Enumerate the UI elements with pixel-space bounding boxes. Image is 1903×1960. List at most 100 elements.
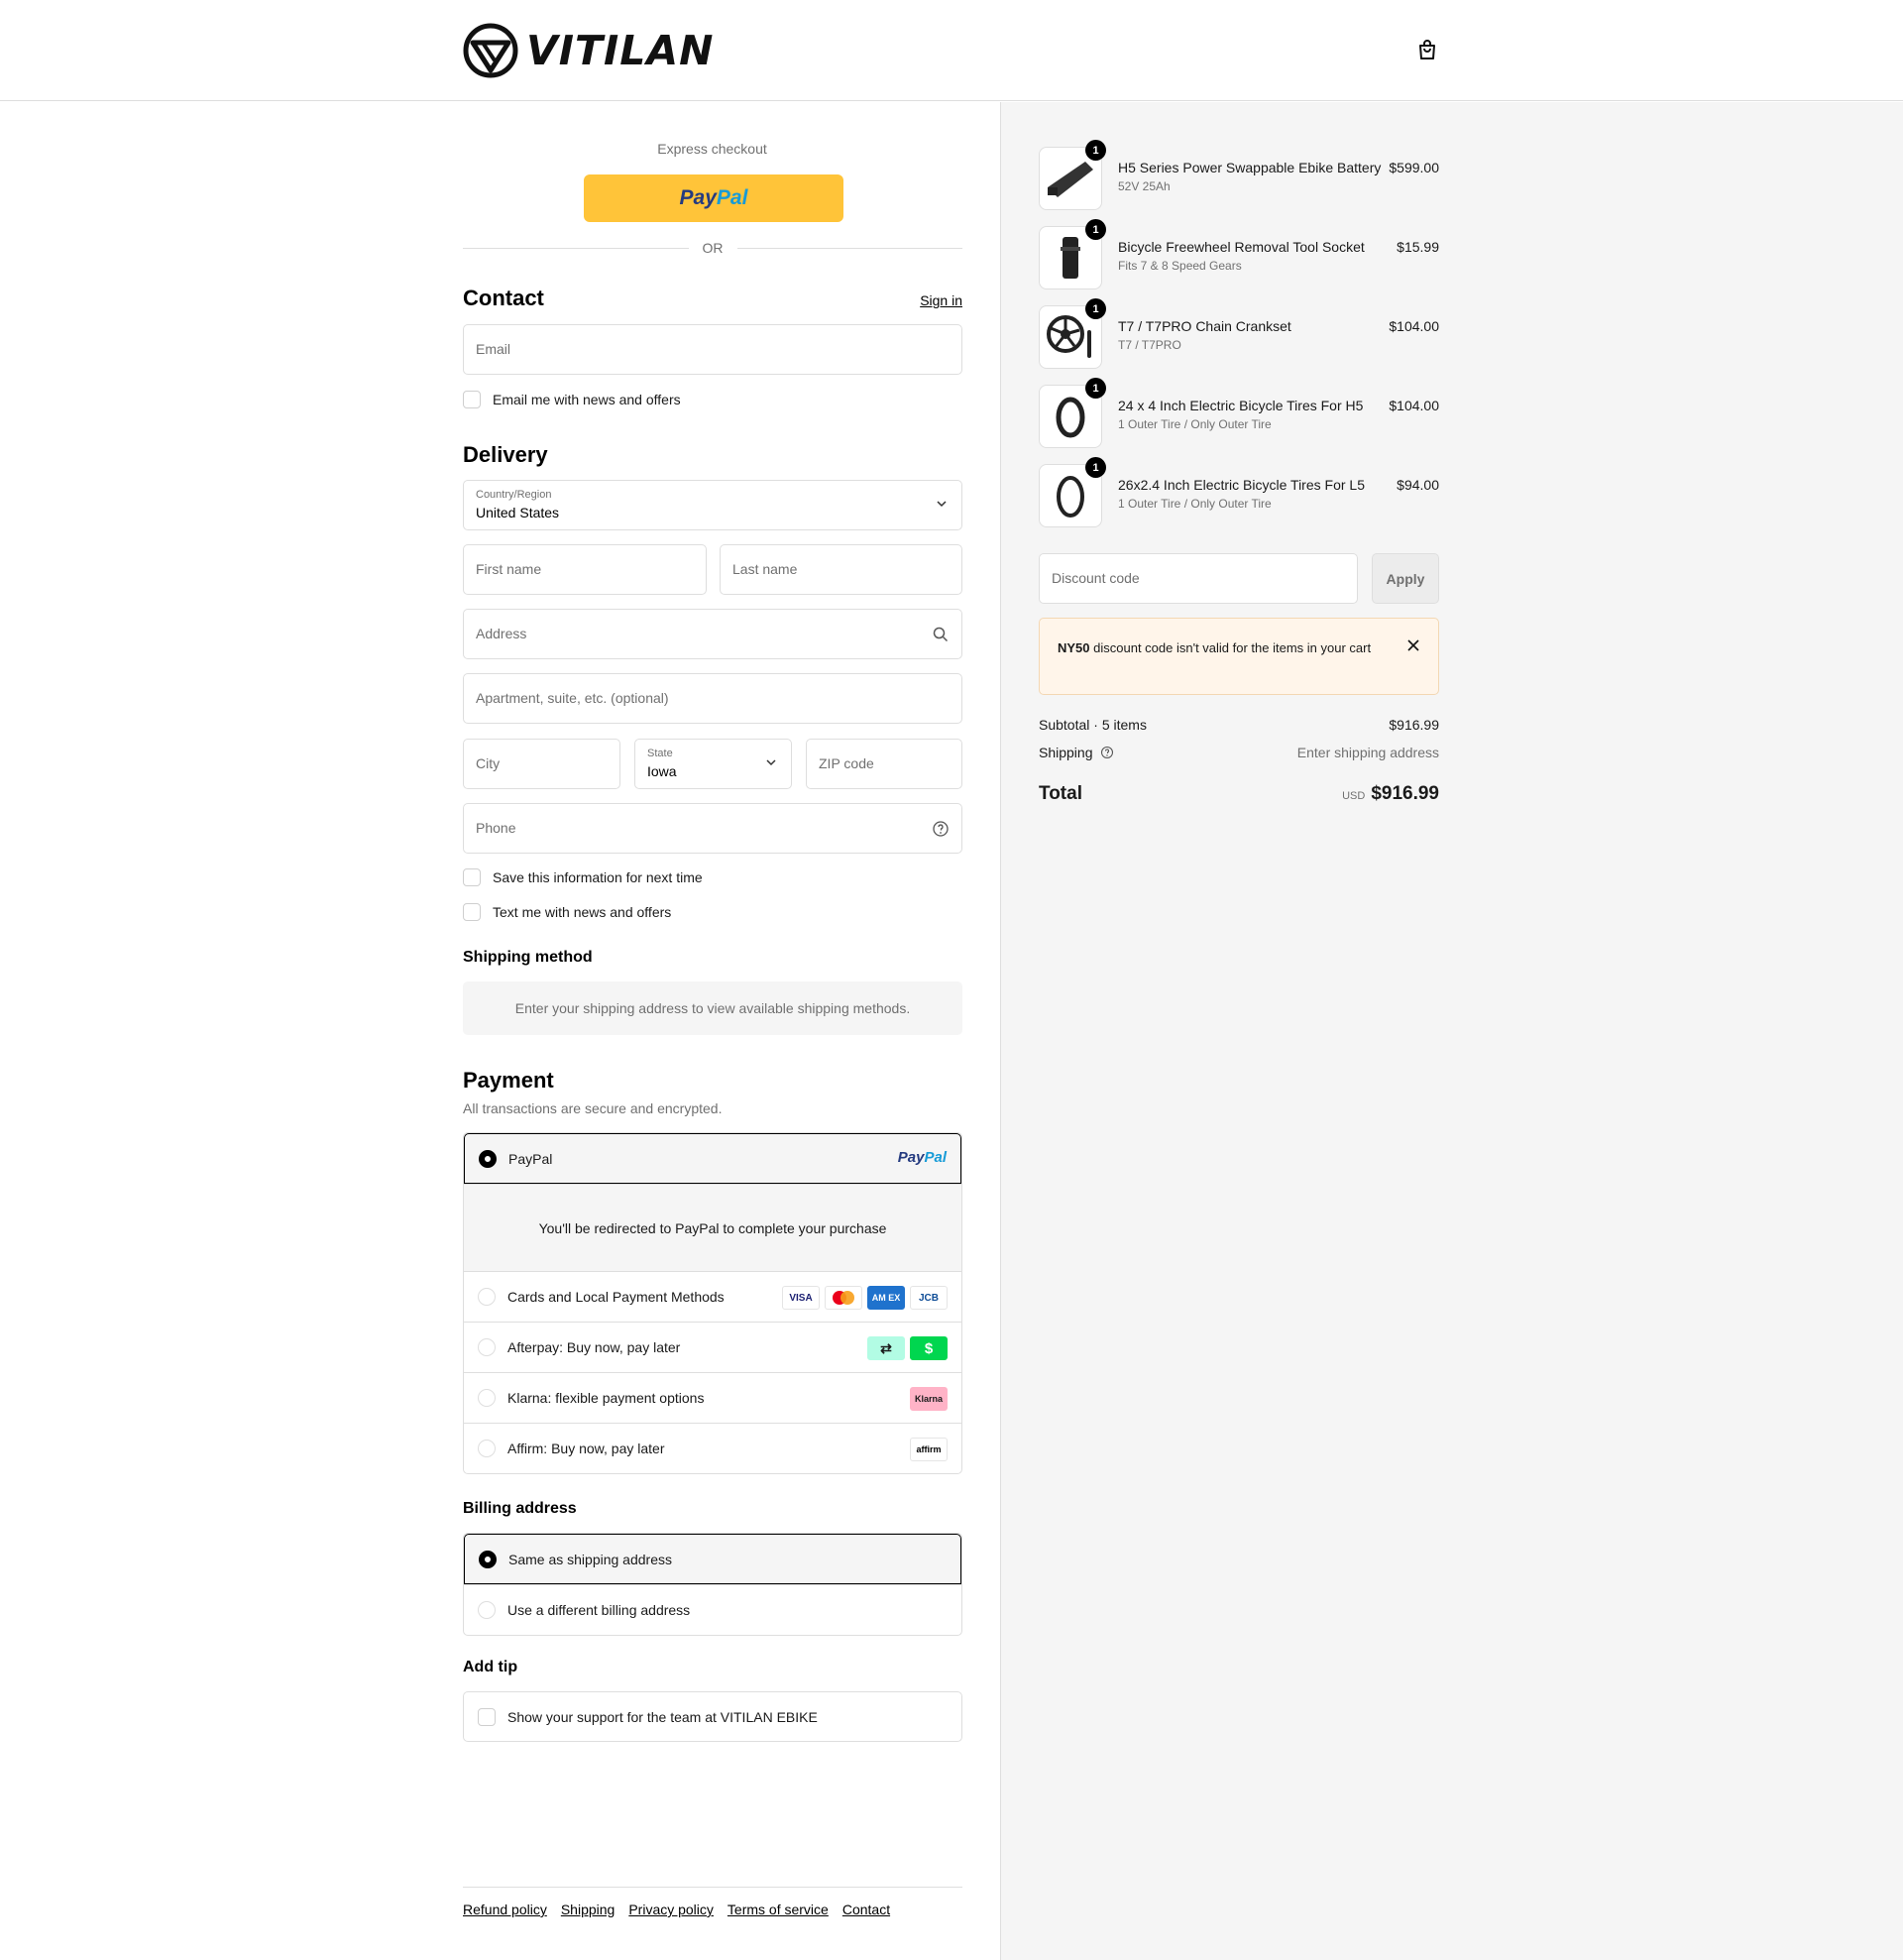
- affirm-radio[interactable]: [478, 1440, 496, 1457]
- quantity-badge: 1: [1085, 298, 1106, 319]
- or-divider: OR: [463, 238, 962, 258]
- first-name-placeholder: First name: [476, 561, 542, 577]
- cart-item: 1 26x2.4 Inch Electric Bicycle Tires For…: [1039, 457, 1439, 527]
- close-icon[interactable]: [1406, 638, 1420, 652]
- payment-subtitle: All transactions are secure and encrypte…: [463, 1100, 723, 1116]
- item-name: 24 x 4 Inch Electric Bicycle Tires For H…: [1118, 398, 1364, 413]
- save-info-checkbox[interactable]: [463, 868, 481, 886]
- paypal-radio[interactable]: [479, 1150, 497, 1168]
- billing-same-radio[interactable]: [479, 1551, 497, 1568]
- quantity-badge: 1: [1085, 378, 1106, 399]
- apartment-placeholder: Apartment, suite, etc. (optional): [476, 690, 669, 706]
- paypal-logo: PayPal: [897, 1149, 947, 1166]
- sign-in-link[interactable]: Sign in: [920, 292, 962, 308]
- currency-code: USD: [1342, 790, 1366, 802]
- discount-code-placeholder: Discount code: [1052, 570, 1140, 586]
- alert-code: NY50: [1058, 640, 1090, 655]
- zip-placeholder: ZIP code: [819, 755, 874, 771]
- amex-icon: AM EX: [867, 1286, 905, 1310]
- or-label: OR: [702, 240, 724, 256]
- shipping-policy-link[interactable]: Shipping: [561, 1902, 616, 1917]
- billing-option-label: Same as shipping address: [508, 1551, 672, 1567]
- payment-options: PayPal PayPal You'll be redirected to Pa…: [463, 1132, 962, 1474]
- total-label: Total: [1039, 783, 1082, 804]
- payment-option-cards[interactable]: Cards and Local Payment Methods VISA AM …: [464, 1271, 961, 1322]
- payment-option-klarna[interactable]: Klarna: flexible payment options Klarna: [464, 1372, 961, 1423]
- text-me-checkbox[interactable]: [463, 903, 481, 921]
- privacy-policy-link[interactable]: Privacy policy: [628, 1902, 714, 1917]
- item-variant: T7 / T7PRO: [1118, 338, 1181, 352]
- item-price: $15.99: [1397, 239, 1439, 255]
- alert-text: discount code isn't valid for the items …: [1089, 640, 1372, 655]
- klarna-radio[interactable]: [478, 1389, 496, 1407]
- cart-item: 1 T7 / T7PRO Chain Crankset T7 / T7PRO $…: [1039, 298, 1439, 369]
- phone-field[interactable]: Phone: [463, 803, 962, 854]
- text-me-label: Text me with news and offers: [493, 904, 672, 920]
- brand-logo[interactable]: VITILAN: [463, 22, 714, 79]
- vitilan-logo-icon: [463, 23, 518, 78]
- shipping-row: Shipping Enter shipping address: [1039, 745, 1439, 760]
- terms-of-service-link[interactable]: Terms of service: [728, 1902, 829, 1917]
- paypal-express-button[interactable]: Pay Pal: [584, 174, 843, 222]
- shipping-label: Shipping: [1039, 745, 1093, 760]
- payment-option-paypal[interactable]: PayPal PayPal: [464, 1133, 961, 1184]
- shopping-bag-icon[interactable]: [1415, 38, 1439, 61]
- refund-policy-link[interactable]: Refund policy: [463, 1902, 547, 1917]
- card-logos: VISA AM EX JCB: [782, 1286, 948, 1310]
- country-select[interactable]: Country/Region United States: [463, 480, 962, 530]
- quantity-badge: 1: [1085, 219, 1106, 240]
- item-price: $104.00: [1389, 398, 1439, 413]
- paypal-logo-part-1: Pay: [679, 186, 717, 209]
- email-news-checkbox-row[interactable]: Email me with news and offers: [463, 390, 681, 409]
- billing-option-same[interactable]: Same as shipping address: [464, 1534, 961, 1584]
- save-info-label: Save this information for next time: [493, 869, 703, 885]
- jcb-icon: JCB: [910, 1286, 948, 1310]
- city-field[interactable]: City: [463, 739, 620, 789]
- first-name-field[interactable]: First name: [463, 544, 707, 595]
- afterpay-radio[interactable]: [478, 1338, 496, 1356]
- last-name-field[interactable]: Last name: [720, 544, 962, 595]
- cashapp-icon: $: [910, 1336, 948, 1360]
- city-placeholder: City: [476, 755, 501, 771]
- afterpay-icon: ⇄: [867, 1336, 905, 1360]
- payment-option-affirm[interactable]: Affirm: Buy now, pay later affirm: [464, 1423, 961, 1473]
- item-name: Bicycle Freewheel Removal Tool Socket: [1118, 239, 1365, 255]
- item-name: H5 Series Power Swappable Ebike Battery: [1118, 160, 1382, 175]
- cards-radio[interactable]: [478, 1288, 496, 1306]
- shipping-method-heading: Shipping method: [463, 949, 593, 966]
- billing-options: Same as shipping address Use a different…: [463, 1533, 962, 1636]
- subtotal-label: Subtotal · 5 items: [1039, 717, 1147, 733]
- billing-different-radio[interactable]: [478, 1601, 496, 1619]
- billing-option-different[interactable]: Use a different billing address: [464, 1584, 961, 1635]
- apartment-field[interactable]: Apartment, suite, etc. (optional): [463, 673, 962, 724]
- contact-link[interactable]: Contact: [842, 1902, 890, 1917]
- tip-checkbox[interactable]: [478, 1708, 496, 1726]
- subtotal-value: $916.99: [1389, 717, 1439, 733]
- text-me-checkbox-row[interactable]: Text me with news and offers: [463, 902, 671, 922]
- tip-heading: Add tip: [463, 1659, 518, 1675]
- tip-option[interactable]: Show your support for the team at VITILA…: [463, 1691, 962, 1742]
- payment-option-afterpay[interactable]: Afterpay: Buy now, pay later ⇄ $: [464, 1322, 961, 1372]
- total-value: $916.99: [1371, 783, 1439, 804]
- phone-placeholder: Phone: [476, 820, 516, 836]
- alert-message: NY50 discount code isn't valid for the i…: [1058, 637, 1385, 658]
- payment-option-label: Afterpay: Buy now, pay later: [507, 1339, 681, 1355]
- total-row: Total USD $916.99: [1039, 783, 1439, 809]
- item-name: T7 / T7PRO Chain Crankset: [1118, 318, 1291, 334]
- help-circle-icon[interactable]: [1100, 746, 1114, 759]
- afterpay-logos: ⇄ $: [867, 1336, 948, 1360]
- discount-code-field[interactable]: Discount code: [1039, 553, 1358, 604]
- save-info-checkbox-row[interactable]: Save this information for next time: [463, 867, 703, 887]
- email-field[interactable]: Email: [463, 324, 962, 375]
- state-select[interactable]: State Iowa: [634, 739, 792, 789]
- paypal-logo-part-2: Pal: [716, 186, 748, 209]
- address-field[interactable]: Address: [463, 609, 962, 659]
- last-name-placeholder: Last name: [732, 561, 798, 577]
- payment-option-label: PayPal: [508, 1150, 553, 1167]
- zip-field[interactable]: ZIP code: [806, 739, 962, 789]
- shipping-method-placeholder: Enter your shipping address to view avai…: [463, 981, 962, 1035]
- email-news-checkbox[interactable]: [463, 391, 481, 408]
- cart-item: 1 24 x 4 Inch Electric Bicycle Tires For…: [1039, 378, 1439, 448]
- apply-discount-button[interactable]: Apply: [1372, 553, 1439, 604]
- help-circle-icon[interactable]: [932, 820, 950, 838]
